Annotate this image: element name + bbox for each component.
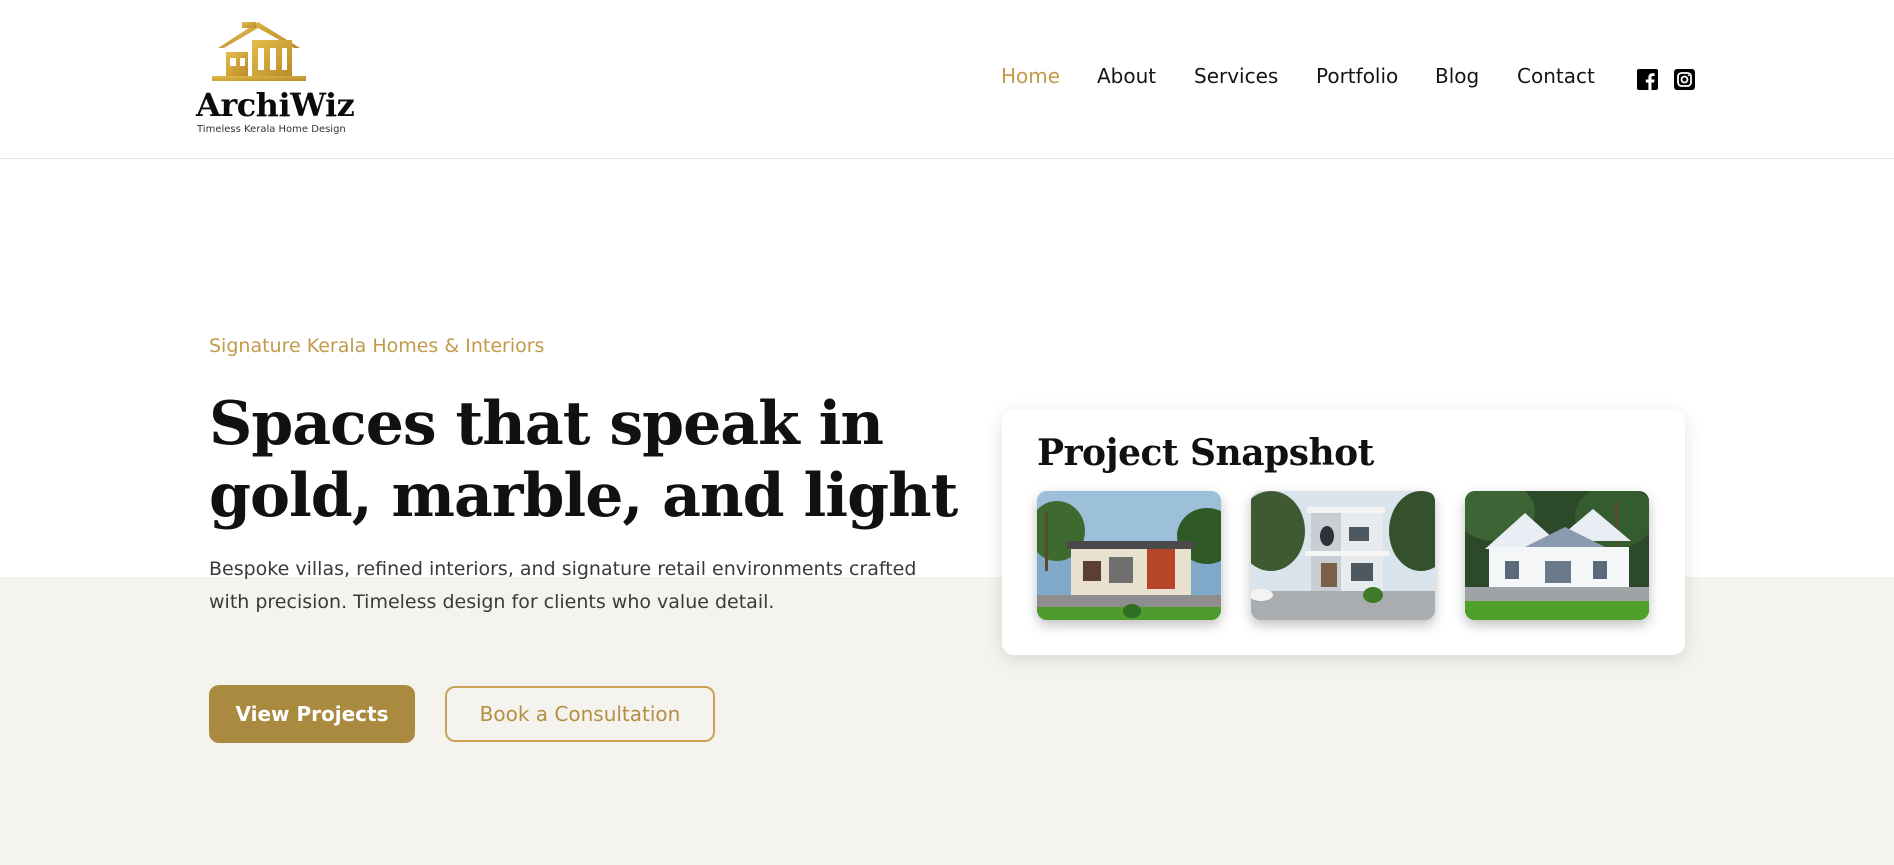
nav-item-blog[interactable]: Blog: [1435, 64, 1479, 88]
nav-item-about[interactable]: About: [1097, 64, 1156, 88]
nav-item-contact[interactable]: Contact: [1517, 64, 1595, 88]
house-outline-icon: [212, 22, 306, 81]
brand-tagline: Timeless Kerala Home Design: [197, 124, 346, 135]
site-header: ArchiWiz Timeless Kerala Home Design Hom…: [0, 0, 1894, 159]
hero-description: Bespoke villas, refined interiors, and s…: [209, 558, 917, 613]
facebook-icon[interactable]: [1637, 69, 1658, 90]
brand-name: ArchiWiz: [196, 86, 355, 124]
view-projects-button[interactable]: View Projects: [209, 685, 415, 743]
project-snapshot-card: Project Snapshot: [1002, 410, 1685, 655]
project-photo-1[interactable]: [1037, 491, 1221, 620]
brand-logo[interactable]: ArchiWiz Timeless Kerala Home Design: [196, 18, 355, 140]
hero-eyebrow: Signature Kerala Homes & Interiors: [209, 335, 545, 357]
project-photo-3[interactable]: [1465, 491, 1649, 620]
nav-item-home[interactable]: Home: [1001, 64, 1060, 88]
project-photo-2[interactable]: [1251, 491, 1435, 620]
snapshot-title: Project Snapshot: [1037, 432, 1374, 474]
hero-title: Spaces that speak in gold, marble, and l…: [209, 389, 958, 531]
instagram-icon[interactable]: [1674, 69, 1695, 90]
book-consultation-button[interactable]: Book a Consultation: [445, 686, 715, 742]
nav-item-portfolio[interactable]: Portfolio: [1316, 64, 1398, 88]
nav-item-services[interactable]: Services: [1194, 64, 1278, 88]
